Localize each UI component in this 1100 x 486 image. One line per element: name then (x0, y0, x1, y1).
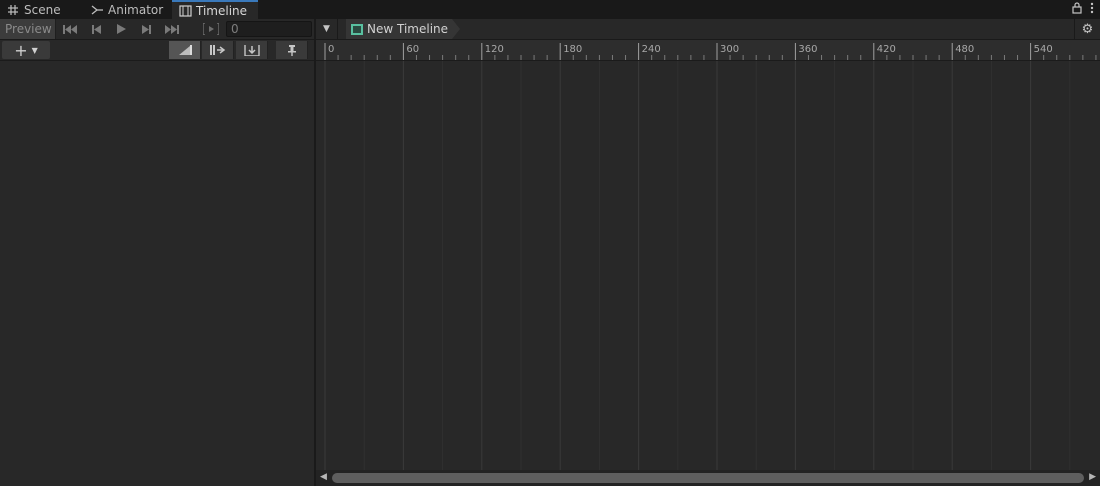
edit-mode-ripple-button[interactable] (202, 41, 234, 59)
scroll-left-icon[interactable]: ◀ (320, 472, 327, 482)
snap-pin-button[interactable] (276, 41, 308, 59)
frame-input[interactable]: 0 (226, 21, 312, 37)
scroll-right-icon[interactable]: ▶ (1089, 472, 1096, 482)
ruler-label: 480 (955, 44, 974, 55)
branch-icon (91, 4, 105, 16)
ruler-label: 0 (328, 44, 334, 55)
ripple-mode-icon (209, 45, 225, 55)
window-tab-strip: Scene Animator Timeline (0, 0, 1100, 19)
lock-icon[interactable] (1072, 2, 1082, 17)
chevron-down-icon: ▼ (31, 45, 38, 55)
tab-scene[interactable]: Scene (0, 0, 78, 19)
window-controls (1072, 2, 1094, 17)
edit-mode-replace-button[interactable] (236, 41, 268, 59)
go-to-start-icon[interactable] (57, 19, 83, 39)
previous-frame-icon[interactable] (83, 19, 109, 39)
film-icon (179, 4, 193, 17)
play-range-icon[interactable] (198, 19, 224, 39)
pin-icon (287, 44, 296, 56)
mix-mode-icon (178, 45, 192, 55)
plus-icon: + (14, 40, 28, 60)
replace-mode-icon (243, 44, 260, 56)
play-icon[interactable] (108, 19, 134, 39)
tab-animator[interactable]: Animator (84, 0, 170, 19)
timeline-breadcrumb[interactable]: New Timeline (346, 19, 460, 39)
timeline-selector-button[interactable]: ▼ (316, 19, 338, 39)
tab-label: Animator (108, 2, 164, 17)
track-list-area[interactable] (0, 61, 314, 486)
tab-label: Timeline (196, 3, 248, 18)
tab-timeline[interactable]: Timeline (172, 0, 258, 19)
chevron-down-icon: ▼ (323, 24, 330, 34)
preview-button[interactable]: Preview (0, 19, 56, 39)
timeline-track-area[interactable] (316, 61, 1100, 470)
timeline-asset-name: New Timeline (367, 22, 449, 36)
settings-gear-icon[interactable]: ⚙ (1074, 19, 1100, 39)
playback-toolbar: Preview 0 (0, 19, 314, 40)
next-frame-icon[interactable] (133, 19, 159, 39)
add-track-button[interactable]: + ▼ (2, 40, 50, 60)
timeline-grid (324, 61, 1071, 470)
ruler-label: 420 (877, 44, 896, 55)
grid-icon (7, 4, 21, 16)
ruler-label: 540 (1034, 44, 1053, 55)
scrollbar-thumb[interactable] (332, 473, 1084, 483)
tab-label: Scene (24, 2, 61, 17)
edit-mode-mix-button[interactable] (169, 41, 201, 59)
time-ruler[interactable]: 0 60 120 180 240 300 360 420 480 540 (316, 40, 1100, 61)
kebab-menu-icon[interactable] (1090, 2, 1094, 17)
timeline-header: ▼ New Timeline ⚙ (316, 19, 1100, 40)
timeline-asset-icon (351, 24, 363, 35)
go-to-end-icon[interactable] (159, 19, 185, 39)
horizontal-scrollbar[interactable]: ◀ ▶ (316, 470, 1100, 486)
track-toolbar: + ▼ (0, 40, 314, 61)
ruler-label: 300 (720, 44, 739, 55)
ruler-label: 180 (563, 44, 582, 55)
ruler-label: 360 (798, 44, 817, 55)
ruler-ticks: 0 60 120 180 240 300 360 420 480 540 (324, 43, 1097, 60)
ruler-label: 120 (485, 44, 504, 55)
ruler-label: 240 (642, 44, 661, 55)
ruler-label: 60 (406, 44, 419, 55)
